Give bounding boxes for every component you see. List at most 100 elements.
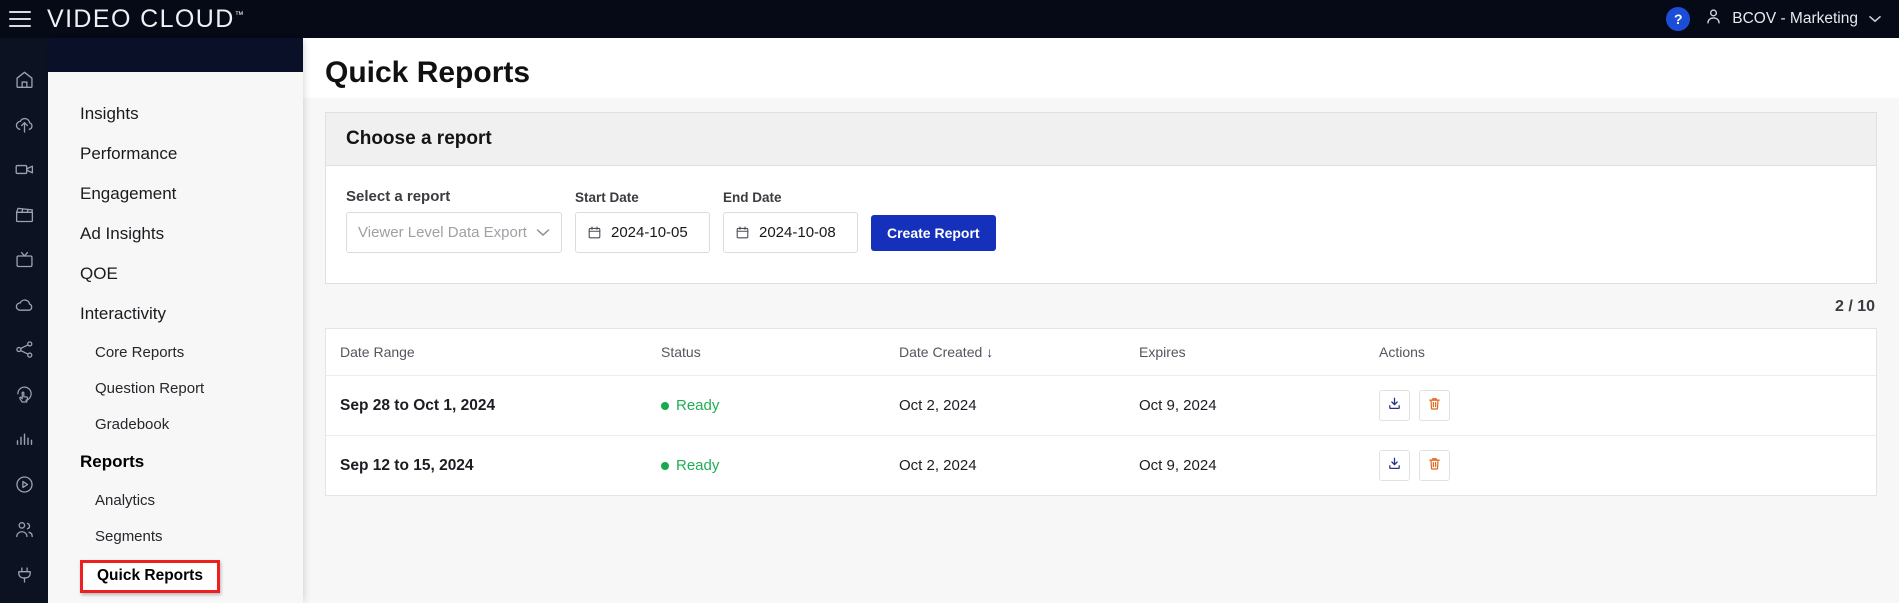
cell-date-range: Sep 28 to Oct 1, 2024 [326, 376, 661, 436]
analytics-bars-icon[interactable] [11, 426, 37, 452]
cell-status: Ready [661, 436, 899, 496]
sidebar-top-band [48, 38, 303, 72]
report-form-row: Select a report Viewer Level Data Export… [346, 188, 1856, 253]
end-date-group: End Date 2024-10-08 [723, 190, 858, 253]
sidebar-item-engagement[interactable]: Engagement [48, 174, 303, 214]
calendar-icon [735, 225, 750, 240]
audience-people-icon[interactable] [11, 516, 37, 542]
help-icon[interactable]: ? [1666, 7, 1690, 31]
download-icon [1387, 396, 1402, 415]
account-menu[interactable]: BCOV - Marketing [1704, 7, 1881, 31]
calendar-icon [587, 225, 602, 240]
delete-icon [1427, 396, 1442, 415]
end-date-label: End Date [723, 190, 858, 205]
sidebar-item-question-report[interactable]: Question Report [48, 370, 303, 406]
table-row: Sep 28 to Oct 1, 2024 Ready Oct 2, 2024 … [326, 376, 1876, 436]
annotation-highlight-box: Quick Reports [80, 560, 220, 593]
table-row: Sep 12 to 15, 2024 Ready Oct 2, 2024 Oct… [326, 436, 1876, 496]
column-header-date-range[interactable]: Date Range [326, 329, 661, 376]
column-header-date-created[interactable]: Date Created↓ [899, 329, 1139, 376]
end-date-input[interactable]: 2024-10-08 [723, 212, 858, 253]
column-header-actions: Actions [1379, 329, 1876, 376]
top-bar-right: ? BCOV - Marketing [1666, 7, 1881, 31]
end-date-value: 2024-10-08 [759, 224, 836, 241]
report-type-select[interactable]: Viewer Level Data Export [346, 212, 562, 253]
row-actions [1379, 450, 1876, 481]
status-label: Ready [676, 397, 719, 414]
sidebar-item-segments[interactable]: Segments [48, 518, 303, 554]
row-actions [1379, 390, 1876, 421]
cell-expires: Oct 9, 2024 [1139, 436, 1379, 496]
cloud-icon[interactable] [11, 291, 37, 317]
sidebar-item-insights[interactable]: Insights [48, 94, 303, 134]
avatar-person-icon [1704, 7, 1723, 31]
reports-table: Date Range Status Date Created↓ Expires … [325, 328, 1877, 496]
hamburger-menu-icon[interactable] [9, 11, 31, 27]
create-report-button[interactable]: Create Report [871, 215, 996, 251]
download-button[interactable] [1379, 450, 1410, 481]
delete-button[interactable] [1419, 390, 1450, 421]
start-date-value: 2024-10-05 [611, 224, 688, 241]
home-icon[interactable] [11, 66, 37, 92]
download-icon [1387, 456, 1402, 475]
cell-date-created: Oct 2, 2024 [899, 376, 1139, 436]
cell-date-created: Oct 2, 2024 [899, 436, 1139, 496]
delete-button[interactable] [1419, 450, 1450, 481]
start-date-input[interactable]: 2024-10-05 [575, 212, 710, 253]
sort-descending-arrow-icon: ↓ [986, 344, 993, 360]
select-report-group: Select a report Viewer Level Data Export [346, 188, 562, 253]
start-date-group: Start Date 2024-10-05 [575, 190, 710, 253]
sidebar-item-analytics[interactable]: Analytics [48, 482, 303, 518]
brand-text: VIDEO CLOUD [47, 5, 235, 33]
choose-report-card: Choose a report Select a report Viewer L… [325, 112, 1877, 284]
video-camera-icon[interactable] [11, 156, 37, 182]
interactivity-touch-icon[interactable] [11, 381, 37, 407]
sidebar-item-core-reports[interactable]: Core Reports [48, 334, 303, 370]
cell-date-range: Sep 12 to 15, 2024 [326, 436, 661, 496]
tv-icon[interactable] [11, 246, 37, 272]
status-badge: Ready [661, 397, 719, 414]
report-type-placeholder: Viewer Level Data Export [358, 224, 536, 241]
trademark-mark: ™ [235, 9, 244, 19]
status-badge: Ready [661, 457, 719, 474]
column-header-status[interactable]: Status [661, 329, 899, 376]
column-header-expires[interactable]: Expires [1139, 329, 1379, 376]
sidebar-item-performance[interactable]: Performance [48, 134, 303, 174]
status-dot-icon [661, 402, 669, 410]
plug-integrations-icon[interactable] [11, 561, 37, 587]
cell-status: Ready [661, 376, 899, 436]
sidebar-item-quick-reports[interactable]: Quick Reports [48, 554, 303, 598]
sidebar-nav: Insights Performance Engagement Ad Insig… [48, 72, 303, 598]
sidebar-item-interactivity[interactable]: Interactivity [48, 294, 303, 334]
report-count: 2 / 10 [325, 284, 1877, 328]
card-body: Select a report Viewer Level Data Export… [326, 166, 1876, 283]
sidebar: Insights Performance Engagement Ad Insig… [48, 38, 303, 603]
upload-cloud-icon[interactable] [11, 111, 37, 137]
cell-expires: Oct 9, 2024 [1139, 376, 1379, 436]
share-icon[interactable] [11, 336, 37, 362]
play-circle-icon[interactable] [11, 471, 37, 497]
status-dot-icon [661, 462, 669, 470]
page-body: Choose a report Select a report Viewer L… [303, 98, 1899, 603]
brand-logo: VIDEO CLOUD™ [47, 5, 244, 34]
icon-rail [0, 38, 48, 603]
status-label: Ready [676, 457, 719, 474]
table-header-row: Date Range Status Date Created↓ Expires … [326, 329, 1876, 376]
download-button[interactable] [1379, 390, 1410, 421]
chevron-down-icon [536, 225, 550, 240]
main-content: Quick Reports Choose a report Select a r… [303, 38, 1899, 603]
cell-actions [1379, 376, 1876, 436]
sidebar-item-qoe[interactable]: QOE [48, 254, 303, 294]
sidebar-item-label: Quick Reports [97, 567, 203, 585]
cell-actions [1379, 436, 1876, 496]
column-header-date-created-label: Date Created [899, 344, 982, 360]
select-report-label: Select a report [346, 188, 562, 205]
card-title: Choose a report [326, 113, 1876, 166]
top-bar: VIDEO CLOUD™ ? BCOV - Marketing [0, 0, 1899, 38]
delete-icon [1427, 456, 1442, 475]
sidebar-item-gradebook[interactable]: Gradebook [48, 406, 303, 442]
account-name: BCOV - Marketing [1732, 10, 1858, 28]
page-title: Quick Reports [303, 38, 1899, 98]
clapperboard-icon[interactable] [11, 201, 37, 227]
sidebar-item-ad-insights[interactable]: Ad Insights [48, 214, 303, 254]
